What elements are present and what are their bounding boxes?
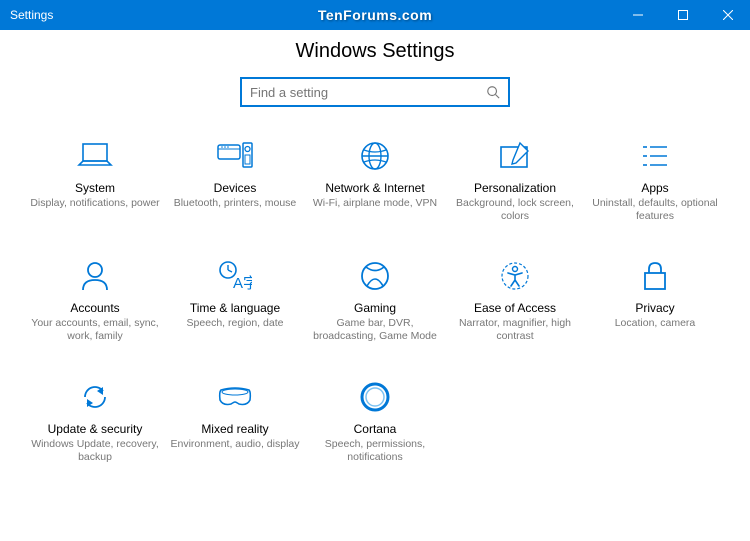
svg-text:A字: A字 xyxy=(233,275,252,292)
search-wrap xyxy=(0,77,750,107)
tile-desc: Game bar, DVR, broadcasting, Game Mode xyxy=(310,317,440,343)
tile-time-language[interactable]: A字 Time & language Speech, region, date xyxy=(170,257,300,343)
headset-icon xyxy=(216,378,254,416)
lock-icon xyxy=(636,257,674,295)
tile-label: Accounts xyxy=(70,301,119,315)
tile-label: Gaming xyxy=(354,301,396,315)
paint-icon xyxy=(496,137,534,175)
person-icon xyxy=(76,257,114,295)
tile-system[interactable]: System Display, notifications, power xyxy=(30,137,160,223)
tile-gaming[interactable]: Gaming Game bar, DVR, broadcasting, Game… xyxy=(310,257,440,343)
ease-icon xyxy=(496,257,534,295)
tile-desc: Display, notifications, power xyxy=(30,197,159,210)
search-input[interactable] xyxy=(250,85,486,100)
tile-label: Devices xyxy=(214,181,257,195)
tile-desc: Narrator, magnifier, high contrast xyxy=(450,317,580,343)
tile-apps[interactable]: Apps Uninstall, defaults, optional featu… xyxy=(590,137,720,223)
timelang-icon: A字 xyxy=(216,257,254,295)
maximize-button[interactable] xyxy=(660,0,705,30)
tile-label: Ease of Access xyxy=(474,301,556,315)
watermark: TenForums.com xyxy=(318,7,432,23)
xbox-icon xyxy=(356,257,394,295)
tile-desc: Uninstall, defaults, optional features xyxy=(590,197,720,223)
tile-mixed-reality[interactable]: Mixed reality Environment, audio, displa… xyxy=(170,378,300,464)
tile-desc: Location, camera xyxy=(615,317,696,330)
tile-desc: Speech, permissions, notifications xyxy=(310,438,440,464)
window-controls xyxy=(615,0,750,30)
search-box[interactable] xyxy=(240,77,510,107)
tile-devices[interactable]: Devices Bluetooth, printers, mouse xyxy=(170,137,300,223)
tile-label: Apps xyxy=(641,181,668,195)
tile-cortana[interactable]: Cortana Speech, permissions, notificatio… xyxy=(310,378,440,464)
tile-label: Update & security xyxy=(48,422,143,436)
tile-label: Mixed reality xyxy=(201,422,268,436)
tile-label: Personalization xyxy=(474,181,556,195)
devices-icon xyxy=(216,137,254,175)
close-button[interactable] xyxy=(705,0,750,30)
apps-icon xyxy=(636,137,674,175)
title-bar: Settings TenForums.com xyxy=(0,0,750,30)
globe-icon xyxy=(356,137,394,175)
tile-ease-of-access[interactable]: Ease of Access Narrator, magnifier, high… xyxy=(450,257,580,343)
tile-personalization[interactable]: Personalization Background, lock screen,… xyxy=(450,137,580,223)
tile-label: Cortana xyxy=(354,422,397,436)
tile-accounts[interactable]: Accounts Your accounts, email, sync, wor… xyxy=(30,257,160,343)
settings-grid: System Display, notifications, power Dev… xyxy=(0,107,750,464)
tile-privacy[interactable]: Privacy Location, camera xyxy=(590,257,720,343)
page-title: Windows Settings xyxy=(0,40,750,63)
tile-update-security[interactable]: Update & security Windows Update, recove… xyxy=(30,378,160,464)
laptop-icon xyxy=(76,137,114,175)
search-icon xyxy=(486,85,500,99)
tile-desc: Background, lock screen, colors xyxy=(450,197,580,223)
minimize-button[interactable] xyxy=(615,0,660,30)
cortana-icon xyxy=(356,378,394,416)
update-icon xyxy=(76,378,114,416)
tile-desc: Environment, audio, display xyxy=(171,438,300,451)
tile-label: Time & language xyxy=(190,301,280,315)
window-title: Settings xyxy=(0,8,53,22)
tile-label: System xyxy=(75,181,115,195)
tile-desc: Wi-Fi, airplane mode, VPN xyxy=(313,197,437,210)
tile-label: Network & Internet xyxy=(325,181,424,195)
tile-desc: Bluetooth, printers, mouse xyxy=(174,197,297,210)
tile-desc: Windows Update, recovery, backup xyxy=(30,438,160,464)
tile-desc: Your accounts, email, sync, work, family xyxy=(30,317,160,343)
tile-desc: Speech, region, date xyxy=(187,317,284,330)
tile-network[interactable]: Network & Internet Wi-Fi, airplane mode,… xyxy=(310,137,440,223)
tile-label: Privacy xyxy=(635,301,674,315)
